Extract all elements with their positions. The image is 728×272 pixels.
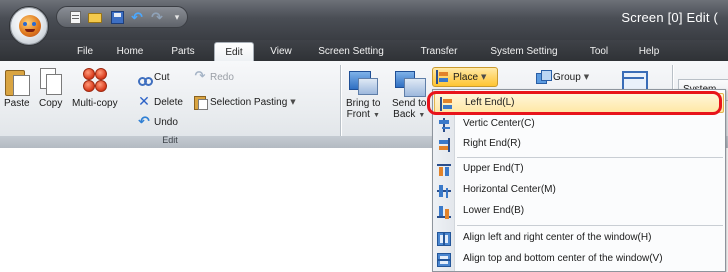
save-icon[interactable] [109,10,125,25]
multi-copy-label: Multi-copy [72,98,118,109]
place-label: Place [453,71,479,83]
selection-paste-icon [193,95,208,110]
tab-help[interactable]: Help [633,42,665,61]
delete-button[interactable]: ✕ Delete [137,94,183,110]
align-upper-end-icon [437,163,451,177]
chevron-down-icon: ▼ [481,73,487,81]
tab-screen-setting[interactable]: Screen Setting [306,42,396,61]
menu-item-lower-end[interactable]: Lower End(B) [433,202,725,222]
redo-arrow-icon: ↷ [194,69,206,84]
menu-item-label: Horizontal Center(M) [463,184,556,195]
menu-item-label: Upper End(T) [463,163,524,174]
edit-group-label: Edit [162,135,178,145]
bring-to-front-line2: Front [346,109,370,120]
align-right-end-icon [437,138,451,152]
undo-icon[interactable]: ↶ [129,10,145,26]
paste-label: Paste [4,98,30,109]
tab-home[interactable]: Home [113,42,147,61]
tab-transfer[interactable]: Transfer [414,42,464,61]
tab-tool[interactable]: Tool [585,42,613,61]
menu-item-window-center-horizontal[interactable]: Align left and right center of the windo… [433,229,725,249]
undo-button[interactable]: ↶ Undo [137,114,178,130]
menu-item-horizontal-center[interactable]: Horizontal Center(M) [433,181,725,201]
tab-view[interactable]: View [264,42,298,61]
chevron-down-icon: ▼ [290,98,296,106]
app-menu-button[interactable] [9,6,49,46]
window-center-horizontal-icon [437,232,451,246]
open-folder-icon[interactable] [87,10,103,25]
copy-icon [39,67,62,95]
customize-dropdown-icon[interactable]: ▾ [169,10,185,25]
copy-label: Copy [39,98,63,109]
send-to-back-line1: Send to [392,98,427,109]
menu-item-label: Align top and bottom center of the windo… [463,253,663,264]
selection-pasting-label: Selection Pasting [210,96,288,108]
redo-label: Redo [210,71,234,83]
group-label: Group [553,71,581,83]
chevron-down-icon: ▼ [372,112,380,119]
bring-to-front-label: Bring to Front ▼ [346,98,380,121]
menu-separator [457,225,723,226]
align-horizontal-center-icon [437,184,451,198]
menu-item-label: Align left and right center of the windo… [463,232,652,243]
bring-to-front-line1: Bring to [346,98,381,109]
menu-item-label: Left End(L) [465,97,515,108]
menu-item-left-end[interactable]: Left End(L) [434,93,724,113]
align-icon [436,70,450,84]
bring-to-front-icon [348,67,379,95]
undo-arrow-icon: ↶ [138,114,150,130]
menu-item-label: Right End(R) [463,138,521,149]
delete-label: Delete [154,96,183,108]
redo-icon[interactable]: ↷ [149,10,165,26]
multi-copy-button[interactable]: Multi-copy [72,67,118,109]
delete-x-icon: ✕ [138,94,150,110]
group-icon [536,70,552,84]
align-left-end-icon [439,97,453,111]
bring-to-front-button[interactable]: Bring to Front ▼ [346,67,380,121]
menu-item-upper-end[interactable]: Upper End(T) [433,160,725,180]
send-to-back-button[interactable]: Send to Back ▼ [392,67,426,121]
selection-pasting-button[interactable]: Selection Pasting ▼ [193,94,296,110]
menu-item-vertic-center[interactable]: Vertic Center(C) [433,115,725,135]
chevron-down-icon: ▼ [583,73,590,81]
undo-label: Undo [154,116,178,128]
tab-system-setting[interactable]: System Setting [481,42,567,61]
place-dropdown-button[interactable]: Place ▼ [432,67,498,87]
send-to-back-line2: Back [393,109,416,120]
cut-button[interactable]: Cut [137,69,170,86]
title-bar: ↶ ↷ ▾ Screen [0] Edit ( [0,0,728,40]
tab-parts[interactable]: Parts [167,42,199,61]
place-dropdown-menu: Left End(L) Vertic Center(C) Right End(R… [432,89,726,272]
paste-icon [4,67,30,96]
menu-item-right-end[interactable]: Right End(R) [433,135,725,155]
new-icon[interactable] [67,10,83,25]
menu-item-label: Lower End(B) [463,205,525,216]
scissors-icon [137,70,153,86]
menu-separator [457,157,723,158]
redo-button[interactable]: ↷ Redo [193,69,234,85]
quick-access-toolbar: ↶ ↷ ▾ [56,6,188,28]
group-dropdown-button[interactable]: Group ▼ [536,68,589,86]
multi-copy-icon [80,67,110,95]
ribbon-tab-strip: File Home Parts Edit View Screen Setting… [0,40,728,61]
align-lower-end-icon [437,205,451,219]
menu-item-window-center-vertical[interactable]: Align top and bottom center of the windo… [433,250,725,270]
app-logo-icon [19,15,41,37]
chevron-down-icon: ▼ [418,112,426,119]
menu-item-label: Vertic Center(C) [463,118,535,129]
send-to-back-label: Send to Back ▼ [392,98,426,121]
align-vertical-center-icon [437,118,451,132]
cut-label: Cut [154,71,170,83]
copy-button[interactable]: Copy [39,67,62,109]
tab-file[interactable]: File [72,42,98,61]
group-divider [340,65,341,145]
tab-edit[interactable]: Edit [214,42,254,61]
window-title: Screen [0] Edit ( [621,10,718,25]
paste-button[interactable]: Paste [4,67,30,109]
send-to-back-icon [394,67,427,97]
window-center-vertical-icon [437,253,451,267]
